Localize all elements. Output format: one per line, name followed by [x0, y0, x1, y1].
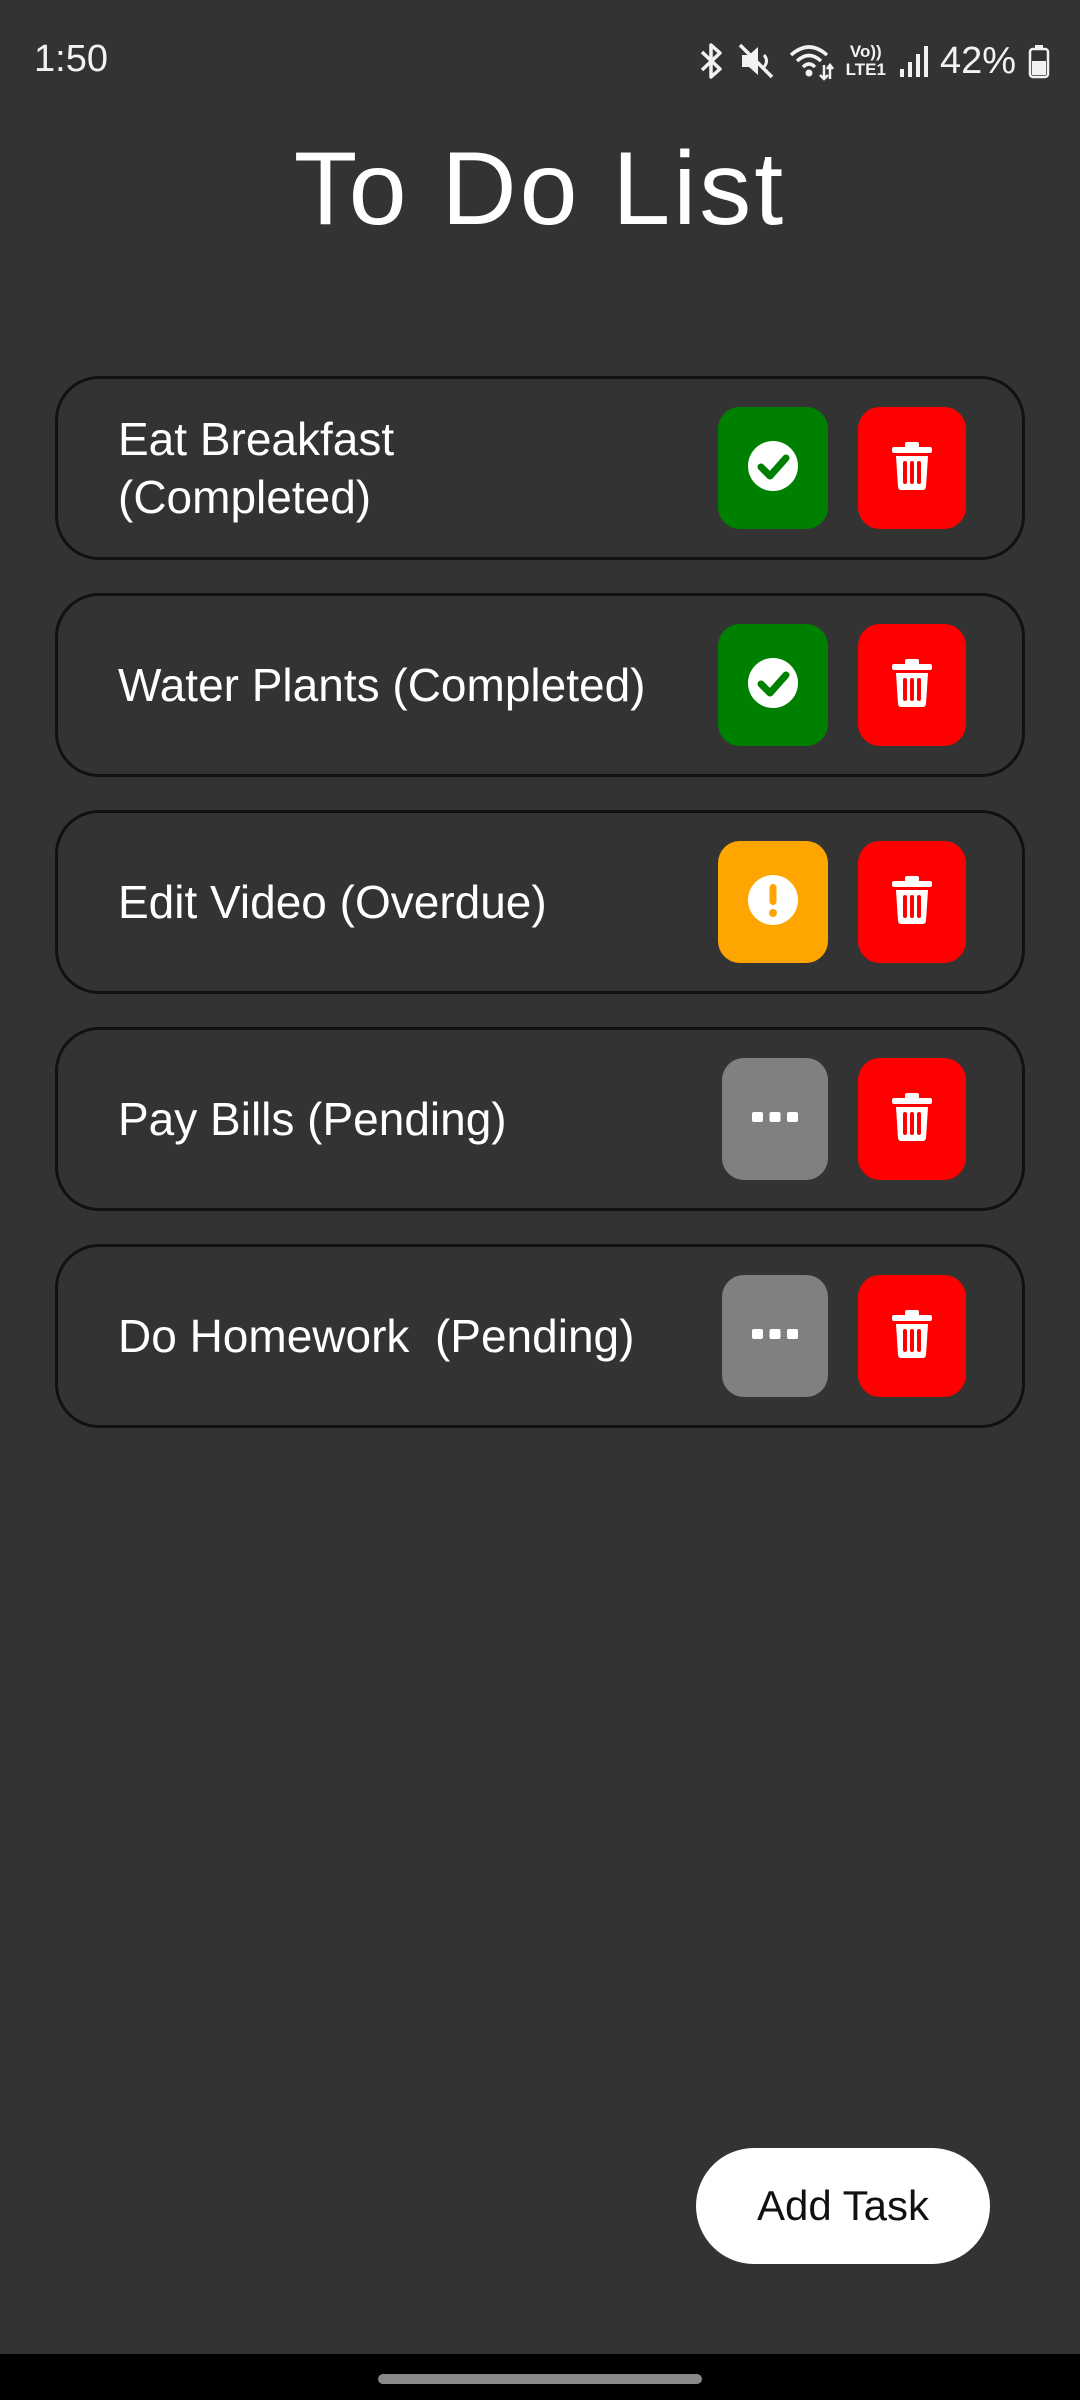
exclamation-circle-icon	[746, 873, 800, 932]
page-title: To Do List	[293, 131, 787, 247]
status-time: 1:50	[34, 38, 108, 80]
trash-icon	[890, 441, 934, 496]
delete-task-button[interactable]	[858, 841, 966, 963]
task-text: Eat Breakfast (Completed)	[118, 413, 395, 523]
trash-icon	[890, 875, 934, 930]
ellipsis-icon	[750, 1326, 800, 1347]
battery-icon	[1028, 41, 1050, 81]
trash-icon	[890, 1309, 934, 1364]
delete-task-button[interactable]	[858, 407, 966, 529]
trash-icon	[890, 1092, 934, 1147]
volte-icon: Vo)) LTE1	[846, 43, 886, 79]
task-text: Edit Video (Overdue)	[118, 876, 547, 928]
navigation-bar	[0, 2354, 1080, 2400]
volte-label-bottom: LTE1	[845, 60, 886, 79]
task-text: Water Plants (Completed)	[118, 659, 646, 711]
task-card: Pay Bills (Pending)	[55, 1027, 1025, 1211]
home-gesture-handle[interactable]	[378, 2374, 702, 2384]
ellipsis-icon	[750, 1109, 800, 1130]
task-list: Eat Breakfast (Completed) Water Plants (…	[55, 376, 1025, 1461]
status-bar: 1:50 Vo)) LTE1 42%	[0, 0, 1080, 120]
pending-status-button[interactable]	[722, 1275, 828, 1397]
task-card: Edit Video (Overdue)	[55, 810, 1025, 994]
trash-icon	[890, 658, 934, 713]
check-circle-icon	[746, 439, 800, 498]
delete-task-button[interactable]	[858, 1058, 966, 1180]
mark-completed-button[interactable]	[718, 624, 828, 746]
task-card: Eat Breakfast (Completed)	[55, 376, 1025, 560]
bluetooth-icon	[696, 41, 726, 81]
task-card: Water Plants (Completed)	[55, 593, 1025, 777]
signal-icon	[898, 41, 928, 81]
overdue-status-button[interactable]	[718, 841, 828, 963]
status-icons: Vo)) LTE1 42%	[696, 36, 1050, 86]
task-card: Do Homework (Pending)	[55, 1244, 1025, 1428]
mark-completed-button[interactable]	[718, 407, 828, 529]
check-circle-icon	[746, 656, 800, 715]
delete-task-button[interactable]	[858, 1275, 966, 1397]
task-text: Pay Bills (Pending)	[118, 1093, 507, 1145]
mute-icon	[738, 41, 776, 81]
battery-percent: 42%	[939, 39, 1016, 82]
task-text: Do Homework (Pending)	[118, 1310, 635, 1362]
pending-status-button[interactable]	[722, 1058, 828, 1180]
delete-task-button[interactable]	[858, 624, 966, 746]
add-task-button[interactable]: Add Task	[696, 2148, 990, 2264]
wifi-icon	[788, 41, 834, 81]
volte-label-top: Vo))	[849, 42, 882, 61]
